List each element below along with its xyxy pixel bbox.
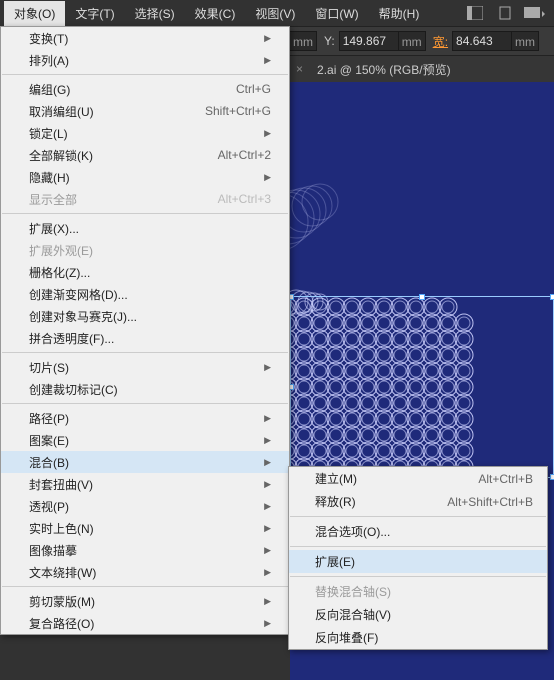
object-menu-item-11: 扩展外观(E)	[1, 239, 289, 261]
object-menu-item-0[interactable]: 变换(T)	[1, 27, 289, 49]
object-menu-item-15[interactable]: 拼合透明度(F)...	[1, 327, 289, 349]
blend-menu-item-0[interactable]: 建立(M)Alt+Ctrl+B	[289, 467, 547, 490]
object-menu-item-27[interactable]: 文本绕排(W)	[1, 561, 289, 583]
object-menu-item-4[interactable]: 取消编组(U)Shift+Ctrl+G	[1, 100, 289, 122]
object-menu-item-21[interactable]: 图案(E)	[1, 429, 289, 451]
menu-select[interactable]: 选择(S)	[125, 1, 185, 26]
handle-n[interactable]	[419, 294, 425, 300]
object-menu-item-1[interactable]: 排列(A)	[1, 49, 289, 71]
blend-menu-item-9[interactable]: 反向堆叠(F)	[289, 626, 547, 649]
blend-submenu: 建立(M)Alt+Ctrl+B释放(R)Alt+Shift+Ctrl+B 混合选项…	[288, 466, 548, 650]
object-menu-item-30[interactable]: 复合路径(O)	[1, 612, 289, 634]
object-menu-item-18[interactable]: 创建裁切标记(C)	[1, 378, 289, 400]
blend-menu-item-5[interactable]: 扩展(E)	[289, 550, 547, 573]
object-menu-item-17[interactable]: 切片(S)	[1, 356, 289, 378]
object-menu-item-6[interactable]: 全部解锁(K)Alt+Ctrl+2	[1, 144, 289, 166]
handle-ne[interactable]	[550, 294, 554, 300]
menu-window[interactable]: 窗口(W)	[305, 1, 368, 26]
doc-icon[interactable]	[493, 3, 517, 23]
layout-icon[interactable]	[463, 3, 487, 23]
menubar: 对象(O) 文字(T) 选择(S) 效果(C) 视图(V) 窗口(W) 帮助(H…	[0, 0, 554, 26]
close-icon[interactable]: ×	[296, 62, 303, 76]
object-menu-item-10[interactable]: 扩展(X)...	[1, 217, 289, 239]
object-menu-item-7[interactable]: 隐藏(H)	[1, 166, 289, 188]
menu-help[interactable]: 帮助(H)	[369, 1, 430, 26]
menu-object[interactable]: 对象(O)	[4, 1, 65, 26]
blend-menu-item-3[interactable]: 混合选项(O)...	[289, 520, 547, 543]
object-menu-item-26[interactable]: 图像描摹	[1, 539, 289, 561]
object-menu-item-25[interactable]: 实时上色(N)	[1, 517, 289, 539]
screen-icon[interactable]	[523, 3, 547, 23]
object-menu-item-24[interactable]: 透视(P)	[1, 495, 289, 517]
object-menu-item-8: 显示全部Alt+Ctrl+3	[1, 188, 289, 210]
object-menu: 变换(T)排列(A) 编组(G)Ctrl+G取消编组(U)Shift+Ctrl+G…	[0, 26, 290, 635]
tab-title[interactable]: 2.ai @ 150% (RGB/预览)	[313, 61, 455, 78]
handle-w[interactable]	[290, 384, 294, 390]
y-input[interactable]	[339, 31, 399, 51]
blend-menu-item-1[interactable]: 释放(R)Alt+Shift+Ctrl+B	[289, 490, 547, 513]
w-input[interactable]	[452, 31, 512, 51]
y-field: Y: mm	[320, 30, 426, 52]
selection-rect	[290, 296, 554, 478]
blend-menu-item-7: 替换混合轴(S)	[289, 580, 547, 603]
w-field: 宽: mm	[429, 30, 539, 52]
menu-effect[interactable]: 效果(C)	[185, 1, 246, 26]
handle-se[interactable]	[550, 474, 554, 480]
object-menu-item-20[interactable]: 路径(P)	[1, 407, 289, 429]
object-menu-item-14[interactable]: 创建对象马赛克(J)...	[1, 305, 289, 327]
menu-type[interactable]: 文字(T)	[65, 1, 124, 26]
handle-nw[interactable]	[290, 294, 294, 300]
object-menu-item-23[interactable]: 封套扭曲(V)	[1, 473, 289, 495]
object-menu-item-5[interactable]: 锁定(L)	[1, 122, 289, 144]
object-menu-item-13[interactable]: 创建渐变网格(D)...	[1, 283, 289, 305]
object-menu-item-12[interactable]: 栅格化(Z)...	[1, 261, 289, 283]
object-menu-item-29[interactable]: 剪切蒙版(M)	[1, 590, 289, 612]
menu-view[interactable]: 视图(V)	[245, 1, 305, 26]
object-menu-item-22[interactable]: 混合(B)	[1, 451, 289, 473]
x-field: mm	[290, 30, 317, 52]
object-menu-item-3[interactable]: 编组(G)Ctrl+G	[1, 78, 289, 100]
blend-menu-item-8[interactable]: 反向混合轴(V)	[289, 603, 547, 626]
